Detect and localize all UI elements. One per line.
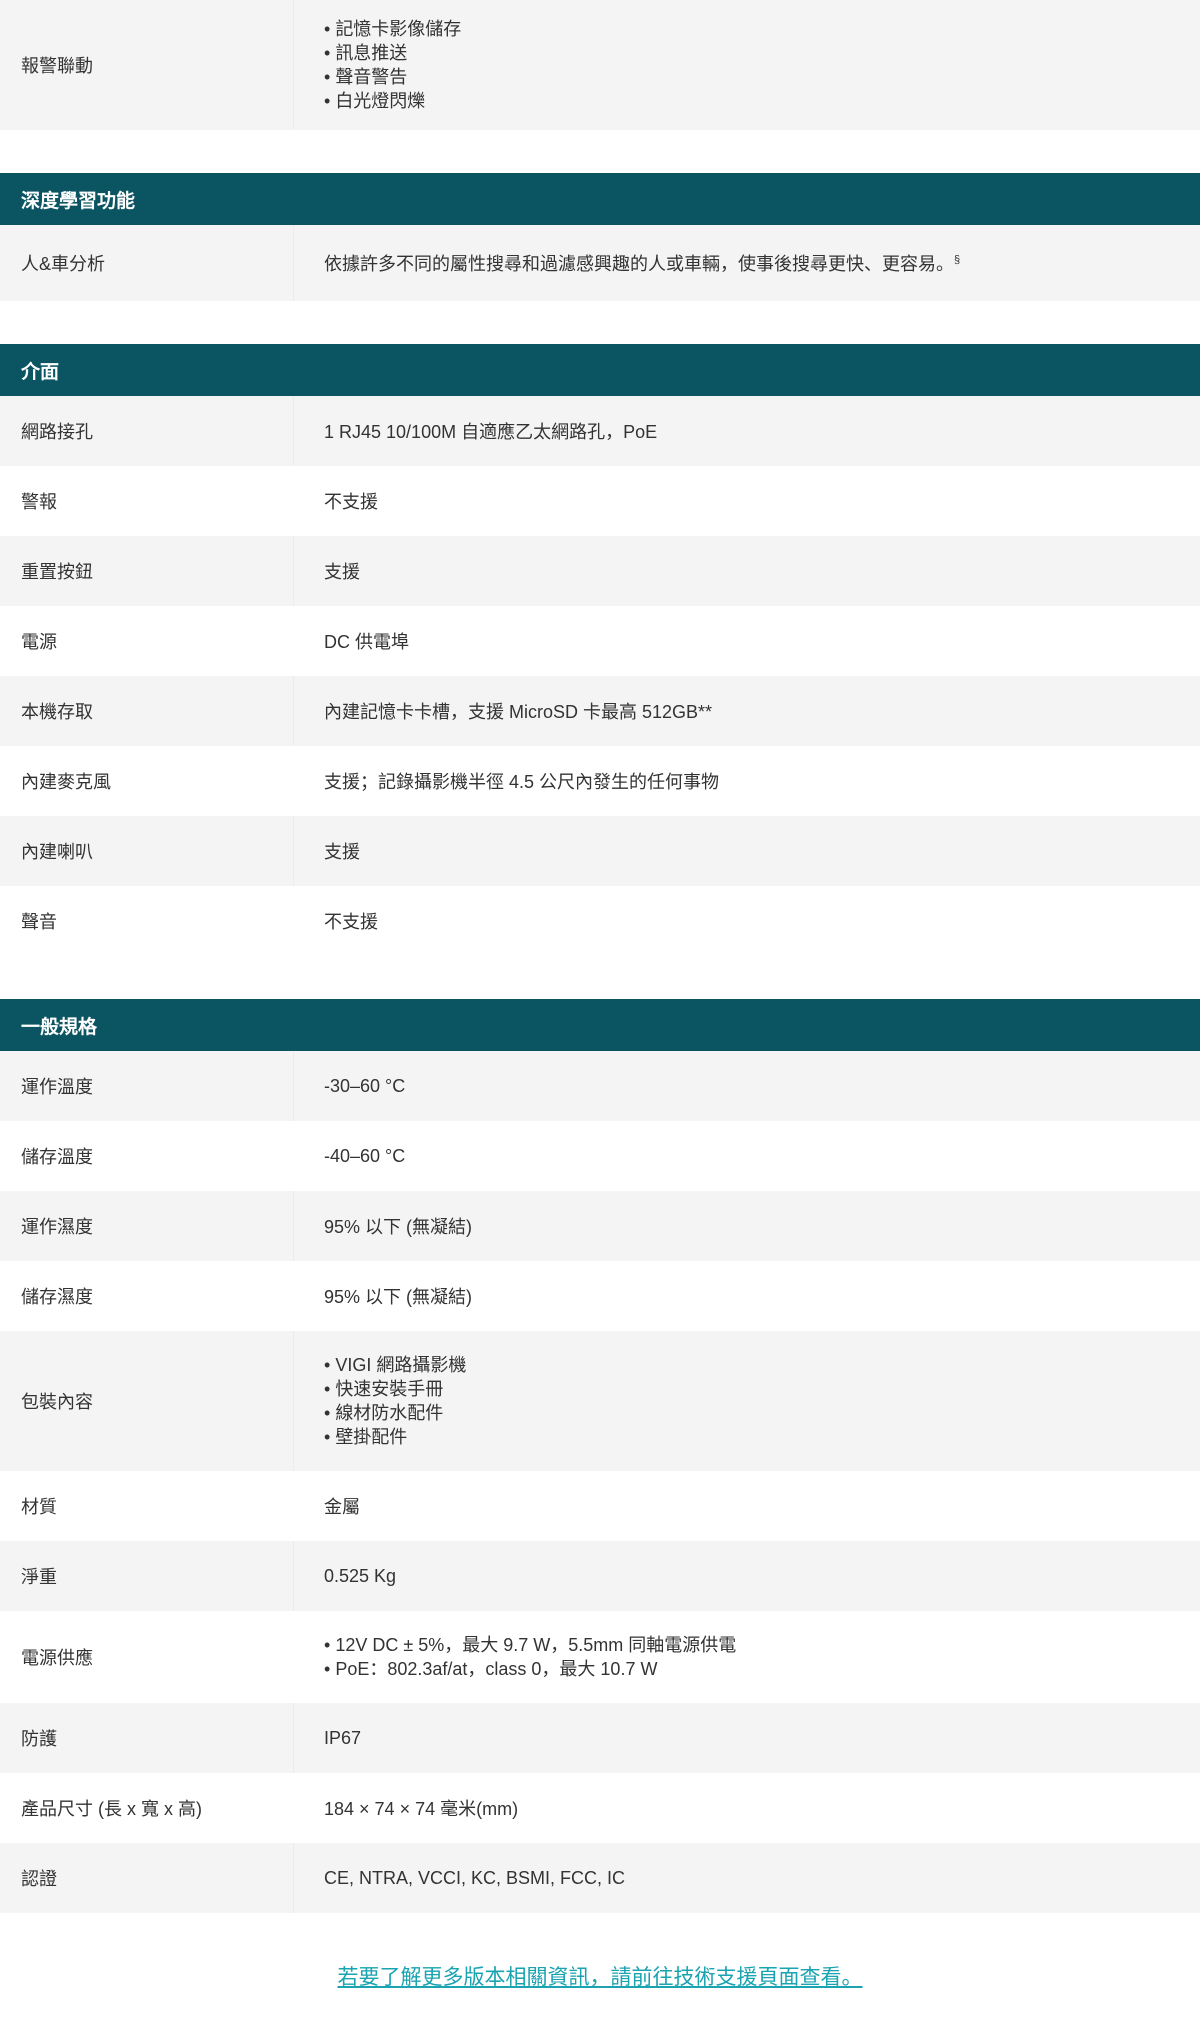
spec-value: 支援 — [324, 562, 360, 582]
spec-row-power: 電源 DC 供電埠 — [0, 606, 1200, 676]
spec-label: 儲存濕度 — [21, 1287, 93, 1307]
support-page-link[interactable]: 若要了解更多版本相關資訊，請前往技術支援頁面查看。 — [0, 1961, 1200, 1991]
spec-row-alarm-linkage: 報警聯動 記憶卡影像儲存 訊息推送 聲音警告 白光燈閃爍 — [0, 0, 1200, 130]
spec-row-certifications: 認證 CE, NTRA, VCCI, KC, BSMI, FCC, IC — [0, 1843, 1200, 1913]
spec-label: 運作溫度 — [0, 1051, 294, 1121]
spec-row-storage-temp: 儲存溫度 -40–60 °C — [0, 1121, 1200, 1191]
spec-value: -30–60 °C — [324, 1075, 406, 1096]
spec-label: 電源 — [21, 632, 57, 652]
spec-value: 1 RJ45 10/100M 自適應乙太網路孔，PoE — [324, 422, 658, 442]
spec-label: 聲音 — [21, 912, 57, 932]
spec-value: 12V DC ± 5%，最大 9.7 W，5.5mm 同軸電源供電 PoE：80… — [294, 1633, 1200, 1681]
spec-value: 依據許多不同的屬性搜尋和過濾感興趣的人或車輛，使事後搜尋更快、更容易。§ — [294, 250, 1200, 276]
section-header-general: 一般規格 — [0, 999, 1200, 1051]
spec-row-human-vehicle: 人&車分析 依據許多不同的屬性搜尋和過濾感興趣的人或車輛，使事後搜尋更快、更容易… — [0, 225, 1200, 301]
spec-row-power-supply: 電源供應 12V DC ± 5%，最大 9.7 W，5.5mm 同軸電源供電 P… — [0, 1611, 1200, 1703]
spec-row-storage-humidity: 儲存濕度 95% 以下 (無凝結) — [0, 1261, 1200, 1331]
spec-value: 不支援 — [324, 492, 378, 512]
list-item: 聲音警告 — [324, 65, 1200, 89]
footer-gap — [0, 1913, 1200, 1961]
spec-row-net-weight: 淨重 0.525 Kg — [0, 1541, 1200, 1611]
spec-row-protection: 防護 IP67 — [0, 1703, 1200, 1773]
section-sign: § — [954, 254, 961, 266]
list-item: VIGI 網路攝影機 — [324, 1353, 1200, 1377]
spec-label: 內建喇叭 — [0, 816, 294, 886]
spec-label: 報警聯動 — [0, 0, 294, 130]
spec-value: CE, NTRA, VCCI, KC, BSMI, FCC, IC — [324, 1867, 626, 1888]
list-item: 記憶卡影像儲存 — [324, 17, 1200, 41]
spec-value: 支援；記錄攝影機半徑 4.5 公尺內發生的任何事物 — [324, 772, 720, 792]
spec-label: 運作濕度 — [0, 1191, 294, 1261]
list-item: 線材防水配件 — [324, 1401, 1200, 1425]
spec-value-text: 依據許多不同的屬性搜尋和過濾感興趣的人或車輛，使事後搜尋更快、更容易。 — [324, 254, 954, 274]
spec-value: -40–60 °C — [324, 1145, 406, 1166]
spec-label: 防護 — [0, 1703, 294, 1773]
package-list: VIGI 網路攝影機 快速安裝手冊 線材防水配件 壁掛配件 — [324, 1353, 1200, 1449]
spec-row-dimensions: 產品尺寸 (長 x 寬 x 高) 184 × 74 × 74 毫米(mm) — [0, 1773, 1200, 1843]
spec-row-operating-temp: 運作溫度 -30–60 °C — [0, 1051, 1200, 1121]
spec-value: 95% 以下 (無凝結) — [324, 1287, 473, 1307]
spec-label: 認證 — [0, 1843, 294, 1913]
spec-row-speaker: 內建喇叭 支援 — [0, 816, 1200, 886]
spec-value: 內建記憶卡卡槽，支援 MicroSD 卡最高 512GB** — [324, 702, 713, 722]
spec-value: IP67 — [324, 1727, 362, 1748]
list-item: PoE：802.3af/at，class 0，最大 10.7 W — [324, 1657, 1200, 1681]
spec-row-package-contents: 包裝內容 VIGI 網路攝影機 快速安裝手冊 線材防水配件 壁掛配件 — [0, 1331, 1200, 1471]
list-item: 白光燈閃爍 — [324, 89, 1200, 113]
spec-label: 人&車分析 — [0, 225, 294, 301]
spec-row-reset-button: 重置按鈕 支援 — [0, 536, 1200, 606]
spec-row-operating-humidity: 運作濕度 95% 以下 (無凝結) — [0, 1191, 1200, 1261]
spec-row-material: 材質 金屬 — [0, 1471, 1200, 1541]
spec-label: 材質 — [21, 1497, 57, 1517]
spec-row-microphone: 內建麥克風 支援；記錄攝影機半徑 4.5 公尺內發生的任何事物 — [0, 746, 1200, 816]
spec-value: 支援 — [324, 842, 360, 862]
spec-value: 184 × 74 × 74 毫米(mm) — [324, 1799, 519, 1819]
spec-row-audio: 聲音 不支援 — [0, 886, 1200, 956]
spec-value: VIGI 網路攝影機 快速安裝手冊 線材防水配件 壁掛配件 — [294, 1353, 1200, 1449]
list-item: 12V DC ± 5%，最大 9.7 W，5.5mm 同軸電源供電 — [324, 1633, 1200, 1657]
spec-label: 重置按鈕 — [0, 536, 294, 606]
spec-page: 報警聯動 記憶卡影像儲存 訊息推送 聲音警告 白光燈閃爍 深度學習功能 人&車分… — [0, 0, 1200, 1991]
alarm-linkage-list: 記憶卡影像儲存 訊息推送 聲音警告 白光燈閃爍 — [324, 17, 1200, 113]
spec-label: 儲存溫度 — [21, 1147, 93, 1167]
spec-label: 網路接孔 — [0, 396, 294, 466]
spec-row-local-storage: 本機存取 內建記憶卡卡槽，支援 MicroSD 卡最高 512GB** — [0, 676, 1200, 746]
spec-label: 內建麥克風 — [21, 772, 111, 792]
spec-label: 電源供應 — [21, 1648, 93, 1668]
list-item: 快速安裝手冊 — [324, 1377, 1200, 1401]
spec-value: 記憶卡影像儲存 訊息推送 聲音警告 白光燈閃爍 — [294, 17, 1200, 113]
spec-value: 金屬 — [324, 1497, 360, 1517]
spec-row-network-port: 網路接孔 1 RJ45 10/100M 自適應乙太網路孔，PoE — [0, 396, 1200, 466]
spec-label: 警報 — [21, 492, 57, 512]
section-header-deep-learning: 深度學習功能 — [0, 173, 1200, 225]
spec-value: 不支援 — [324, 912, 378, 932]
section-header-interface: 介面 — [0, 344, 1200, 396]
list-item: 訊息推送 — [324, 41, 1200, 65]
list-item: 壁掛配件 — [324, 1425, 1200, 1449]
spec-value: 95% 以下 (無凝結) — [324, 1217, 473, 1237]
spec-row-alarm: 警報 不支援 — [0, 466, 1200, 536]
spec-label: 產品尺寸 (長 x 寬 x 高) — [21, 1799, 202, 1819]
spec-value: 0.525 Kg — [324, 1565, 397, 1586]
spec-value: DC 供電埠 — [324, 632, 409, 652]
spec-label: 淨重 — [0, 1541, 294, 1611]
power-supply-list: 12V DC ± 5%，最大 9.7 W，5.5mm 同軸電源供電 PoE：80… — [324, 1633, 1200, 1681]
spec-label: 本機存取 — [0, 676, 294, 746]
spec-label: 包裝內容 — [0, 1331, 294, 1471]
